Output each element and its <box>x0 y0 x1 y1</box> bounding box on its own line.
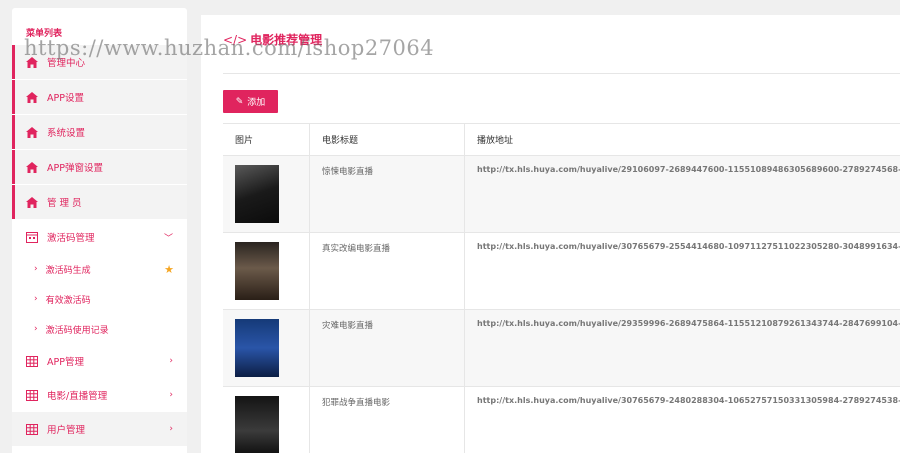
home-icon <box>26 126 38 138</box>
sidebar-item-app-popup[interactable]: APP弹窗设置 <box>12 150 187 184</box>
table-icon <box>26 423 38 435</box>
sidebar-item-label: 激活码管理 <box>47 233 95 244</box>
movie-title: 灾难电影直播 <box>310 310 465 386</box>
table-row[interactable]: 惊悚电影直播 http://tx.hls.huya.com/huyalive/2… <box>223 156 900 233</box>
sidebar-item-label: 管 理 员 <box>47 198 82 209</box>
sidebar-item-admin[interactable]: 管 理 员 <box>12 185 187 219</box>
table-icon <box>26 355 38 367</box>
watermark: https://www.huzhan.com/ishop27064 <box>24 36 435 60</box>
column-header-title: 电影标题 <box>310 124 465 155</box>
sidebar-item-label: APP设置 <box>47 93 84 104</box>
table-row[interactable]: 犯罪战争直播电影 http://tx.hls.huya.com/huyalive… <box>223 387 900 453</box>
calendar-icon <box>26 231 38 243</box>
movie-url: http://tx.hls.huya.com/huyalive/29359996… <box>477 319 900 328</box>
sidebar-item-label: 电影/直播管理 <box>47 391 108 402</box>
divider <box>223 73 900 74</box>
chevron-right-icon: › <box>169 356 173 366</box>
home-icon <box>26 161 38 173</box>
table-row[interactable]: 真实改编电影直播 http://tx.hls.huya.com/huyalive… <box>223 233 900 310</box>
chevron-right-icon: › <box>34 294 38 304</box>
sidebar-subitem-label: 有效激活码 <box>45 295 91 306</box>
table-icon <box>26 389 38 401</box>
sidebar-subitem-label: 激活码使用记录 <box>45 325 109 336</box>
chevron-right-icon: › <box>169 424 173 434</box>
sidebar-menu: 管理中心 APP设置 系统设置 APP弹窗设置 管 理 员 激活码管理 ﹀ › … <box>12 45 187 446</box>
add-button[interactable]: ✎ 添加 <box>223 90 278 113</box>
home-icon <box>26 91 38 103</box>
movie-poster <box>235 165 279 223</box>
main-panel: </> 电影推荐管理 ✎ 添加 图片 电影标题 播放地址 惊悚电影直播 http:… <box>201 15 900 453</box>
sidebar-item-activation[interactable]: 激活码管理 ﹀ <box>12 220 187 254</box>
movie-table: 图片 电影标题 播放地址 惊悚电影直播 http://tx.hls.huya.c… <box>223 123 900 453</box>
movie-poster <box>235 396 279 453</box>
star-icon: ★ <box>164 262 174 276</box>
sidebar-item-users[interactable]: 用户管理 › <box>12 412 187 446</box>
movie-title: 犯罪战争直播电影 <box>310 387 465 453</box>
chevron-right-icon: › <box>34 264 38 274</box>
sidebar-item-label: APP弹窗设置 <box>47 163 103 174</box>
movie-title: 真实改编电影直播 <box>310 233 465 309</box>
sidebar-item-label: 用户管理 <box>47 425 86 436</box>
column-header-url: 播放地址 <box>477 136 514 146</box>
chevron-right-icon: › <box>169 390 173 400</box>
sidebar-item-label: APP管理 <box>47 357 84 368</box>
table-header: 图片 电影标题 播放地址 <box>223 124 900 156</box>
sidebar-item-app-settings[interactable]: APP设置 <box>12 80 187 114</box>
movie-title: 惊悚电影直播 <box>310 156 465 232</box>
sidebar-item-label: 系统设置 <box>47 128 86 139</box>
movie-url: http://tx.hls.huya.com/huyalive/30765679… <box>477 396 900 405</box>
movie-url: http://tx.hls.huya.com/huyalive/30765679… <box>477 242 900 251</box>
table-row[interactable]: 灾难电影直播 http://tx.hls.huya.com/huyalive/2… <box>223 310 900 387</box>
sidebar-subitem-label: 激活码生成 <box>45 265 91 276</box>
add-button-label: 添加 <box>247 98 266 108</box>
sidebar-item-movie-live[interactable]: 电影/直播管理 › <box>12 378 187 412</box>
chevron-right-icon: › <box>34 324 38 334</box>
sidebar-item-system-settings[interactable]: 系统设置 <box>12 115 187 149</box>
column-header-image: 图片 <box>223 124 310 155</box>
movie-poster <box>235 319 279 377</box>
sidebar: 菜单列表 管理中心 APP设置 系统设置 APP弹窗设置 管 理 员 激活码管理… <box>12 8 187 453</box>
pencil-icon: ✎ <box>235 96 244 107</box>
sidebar-subitem-usage[interactable]: › 激活码使用记录 <box>12 314 187 344</box>
movie-url: http://tx.hls.huya.com/huyalive/29106097… <box>477 165 900 174</box>
home-icon <box>26 196 38 208</box>
sidebar-subitem-valid[interactable]: › 有效激活码 <box>12 284 187 314</box>
sidebar-subitem-generate[interactable]: › 激活码生成 ★ <box>12 254 187 284</box>
sidebar-item-app-manage[interactable]: APP管理 › <box>12 344 187 378</box>
movie-poster <box>235 242 279 300</box>
chevron-down-icon: ﹀ <box>163 233 173 244</box>
